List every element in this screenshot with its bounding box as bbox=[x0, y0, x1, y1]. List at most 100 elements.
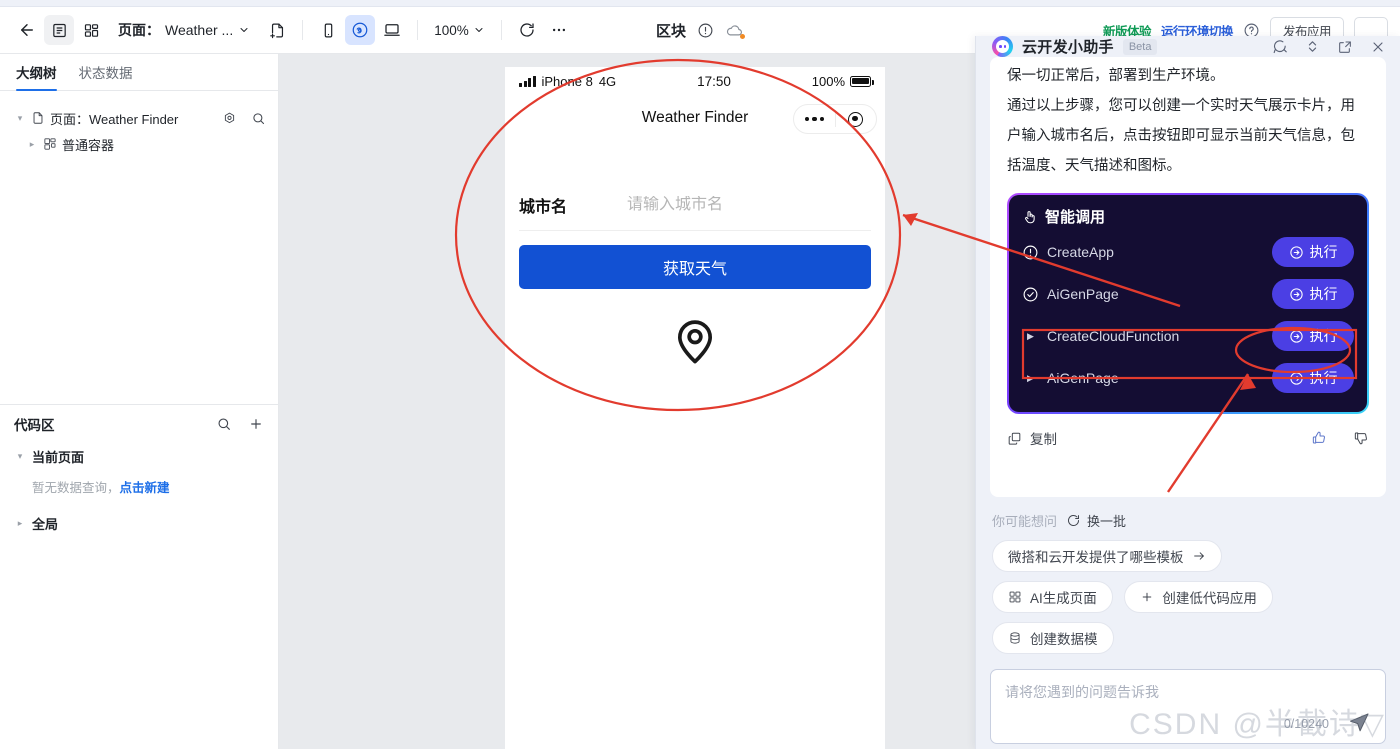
page-prefix-label: 页面： bbox=[118, 22, 160, 38]
code-group-current-page[interactable]: ▾ 当前页面 bbox=[0, 443, 278, 469]
more-dots-icon[interactable] bbox=[794, 116, 835, 122]
caret-collapsed-icon[interactable]: ▸ bbox=[26, 139, 38, 150]
tool-item-row[interactable]: ▶ AiGenPage 执行 bbox=[1022, 357, 1354, 399]
window-top-strip bbox=[0, 0, 1400, 7]
create-new-query-link[interactable]: 点击新建 bbox=[120, 481, 170, 495]
wechat-capsule[interactable] bbox=[793, 104, 877, 134]
chevron-down-icon bbox=[473, 24, 485, 36]
suggestion-chip-lowcode-app[interactable]: 创建低代码应用 bbox=[1124, 581, 1273, 613]
page-name-label: Weather ... bbox=[165, 22, 234, 38]
layout-panel-toggle[interactable] bbox=[76, 15, 106, 45]
thumbs-down-icon[interactable] bbox=[1353, 430, 1369, 446]
code-area-header: 代码区 bbox=[0, 405, 278, 443]
device-desktop-icon[interactable] bbox=[377, 15, 407, 45]
tool-item-row[interactable]: CreateApp 执行 bbox=[1022, 231, 1354, 273]
exclamation-circle-icon[interactable] bbox=[697, 22, 714, 39]
tree-node-container-label: 普通容器 bbox=[62, 137, 115, 153]
outline-tree: ▾ 页面：Weather Finder ▸ 普通容器 bbox=[0, 91, 278, 157]
tool-item-name: CreateApp bbox=[1047, 244, 1114, 260]
caret-collapsed-icon[interactable]: ▸ bbox=[14, 518, 26, 529]
smart-invoke-title: 智能调用 bbox=[1045, 209, 1106, 226]
code-group-global-label: 全局 bbox=[32, 516, 59, 532]
outline-panel-toggle[interactable] bbox=[44, 15, 74, 45]
left-panel-tabs: 大纲树 状态数据 bbox=[0, 54, 278, 91]
phone-time-label: 17:50 bbox=[697, 73, 731, 89]
send-icon[interactable] bbox=[1347, 711, 1371, 735]
copy-label[interactable]: 复制 bbox=[1030, 428, 1057, 448]
assistant-composer[interactable]: 0/10240 bbox=[990, 669, 1386, 744]
more-options-icon[interactable] bbox=[544, 15, 574, 45]
open-external-icon[interactable] bbox=[1337, 39, 1353, 55]
plus-icon bbox=[1140, 590, 1154, 604]
tab-outline-tree[interactable]: 大纲树 bbox=[16, 54, 57, 91]
execute-button-highlighted[interactable]: 执行 bbox=[1272, 321, 1354, 351]
suggestions-prefix: 你可能想问 bbox=[992, 514, 1058, 529]
triangle-right-icon[interactable]: ▶ bbox=[1022, 373, 1039, 384]
city-name-input[interactable] bbox=[627, 195, 871, 214]
execute-button[interactable]: 执行 bbox=[1272, 279, 1354, 309]
phone-preview[interactable]: iPhone 8 4G 17:50 100% Weather Finder 城市… bbox=[505, 67, 885, 749]
design-canvas[interactable]: iPhone 8 4G 17:50 100% Weather Finder 城市… bbox=[279, 54, 975, 749]
toolbar-divider bbox=[302, 20, 304, 40]
execute-button[interactable]: 执行 bbox=[1272, 237, 1354, 267]
execute-label: 执行 bbox=[1309, 328, 1338, 344]
code-area-title: 代码区 bbox=[14, 418, 55, 433]
assistant-panel: 云开发小助手 Beta 保一切正常后，部署到生产环境。 通过以上步骤，您可以创建… bbox=[975, 36, 1400, 749]
refresh-icon[interactable] bbox=[512, 15, 542, 45]
collapse-expand-icon[interactable] bbox=[1305, 39, 1320, 54]
caret-expanded-icon[interactable]: ▾ bbox=[14, 113, 26, 124]
signal-bars-icon bbox=[519, 75, 536, 87]
caret-expanded-icon[interactable]: ▾ bbox=[14, 451, 26, 462]
phone-device-label: iPhone 8 bbox=[541, 73, 593, 89]
assistant-message-area[interactable]: 保一切正常后，部署到生产环境。 通过以上步骤，您可以创建一个实时天气展示卡片，用… bbox=[990, 57, 1386, 497]
device-wechat-icon[interactable] bbox=[345, 15, 376, 45]
message-paragraph: 通过以上步骤，您可以创建一个实时天气展示卡片，用户输入城市名后，点击按钮即可显示… bbox=[1007, 98, 1355, 174]
copy-icon[interactable] bbox=[1007, 431, 1022, 446]
code-area-section: 代码区 ▾ 当前页面 暂无数据查询，点击新建 ▸ 全局 bbox=[0, 405, 278, 536]
gear-icon[interactable] bbox=[222, 111, 237, 126]
close-icon[interactable] bbox=[1370, 39, 1386, 55]
thumbs-up-icon[interactable] bbox=[1311, 430, 1327, 446]
assistant-header: 云开发小助手 Beta bbox=[976, 36, 1400, 57]
left-panel: 大纲树 状态数据 ▾ 页面：Weather Finder ▸ 普通容器 代码区 … bbox=[0, 54, 279, 749]
search-icon[interactable] bbox=[216, 416, 232, 432]
chat-search-icon[interactable] bbox=[1271, 38, 1288, 55]
page-selector[interactable]: 页面： Weather ... bbox=[118, 20, 250, 40]
triangle-right-icon[interactable]: ▶ bbox=[1022, 331, 1039, 342]
suggestion-chip-data-model[interactable]: 创建数据模 bbox=[992, 622, 1114, 654]
execute-button[interactable]: 执行 bbox=[1272, 363, 1354, 393]
code-group-global[interactable]: ▸ 全局 bbox=[0, 510, 278, 536]
tool-item-row-highlighted[interactable]: ▶ CreateCloudFunction 执行 bbox=[1022, 315, 1354, 357]
toolbar-divider-3 bbox=[500, 20, 502, 40]
execute-label: 执行 bbox=[1309, 370, 1338, 386]
tree-node-container[interactable]: ▸ 普通容器 bbox=[0, 131, 278, 157]
tab-state-data[interactable]: 状态数据 bbox=[79, 54, 133, 90]
grid-icon bbox=[1008, 590, 1022, 604]
cloud-status-icon[interactable] bbox=[725, 21, 745, 40]
arrow-right-circle-icon bbox=[1289, 287, 1304, 302]
character-counter: 0/10240 bbox=[1283, 717, 1329, 731]
arrow-right-icon bbox=[1192, 549, 1206, 563]
new-page-icon[interactable] bbox=[262, 15, 292, 45]
search-icon[interactable] bbox=[251, 111, 266, 126]
file-icon bbox=[31, 111, 45, 125]
device-mobile-icon[interactable] bbox=[313, 15, 343, 45]
plus-icon[interactable] bbox=[248, 416, 264, 432]
tree-node-page[interactable]: ▾ 页面：Weather Finder bbox=[0, 105, 278, 131]
tool-item-row[interactable]: AiGenPage 执行 bbox=[1022, 273, 1354, 315]
map-pin-icon[interactable] bbox=[669, 315, 721, 367]
arrow-right-circle-icon bbox=[1289, 245, 1304, 260]
chevron-down-icon bbox=[238, 24, 250, 36]
target-circle-icon[interactable] bbox=[836, 111, 877, 127]
suggestion-chip-label: AI生成页面 bbox=[1030, 591, 1097, 606]
refresh-suggestions-button[interactable]: 换一批 bbox=[1066, 511, 1126, 530]
empty-text: 暂无数据查询， bbox=[32, 481, 120, 495]
execute-label: 执行 bbox=[1309, 244, 1338, 260]
suggestion-chip-ai-page[interactable]: AI生成页面 bbox=[992, 581, 1113, 613]
zoom-selector[interactable]: 100% bbox=[428, 23, 491, 38]
arrow-right-circle-icon bbox=[1289, 329, 1304, 344]
get-weather-button[interactable]: 获取天气 bbox=[519, 245, 871, 289]
suggestion-chip-label: 创建数据模 bbox=[1030, 632, 1098, 647]
suggestion-chip-templates[interactable]: 微搭和云开发提供了哪些模板 bbox=[992, 540, 1222, 572]
back-button[interactable] bbox=[12, 15, 42, 45]
